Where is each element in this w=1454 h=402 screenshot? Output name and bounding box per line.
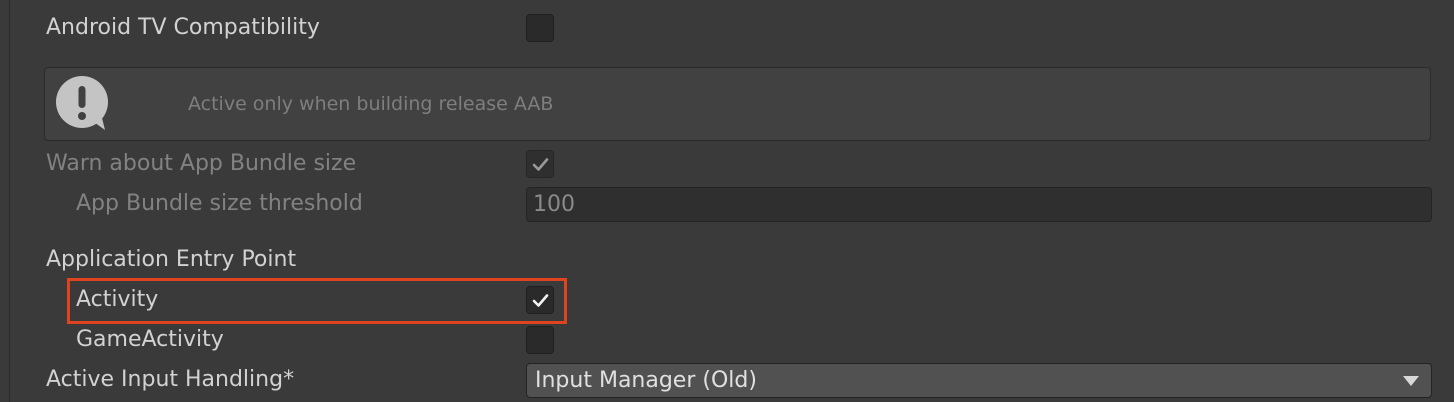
warn-bundle-size-checkbox[interactable] <box>526 150 554 178</box>
bundle-size-threshold-value: 100 <box>533 192 575 217</box>
application-entry-point-header: Application Entry Point <box>46 247 297 272</box>
activity-label: Activity <box>76 287 159 312</box>
android-tv-compatibility-label: Android TV Compatibility <box>46 15 320 40</box>
player-settings-panel: Android TV Compatibility Active only whe… <box>0 0 1454 402</box>
exclamation-speech-bubble-icon <box>56 76 108 130</box>
android-tv-compatibility-checkbox[interactable] <box>526 14 554 42</box>
triangle-down-icon <box>1403 376 1419 386</box>
checkmark-icon <box>532 158 549 171</box>
info-help-box: Active only when building release AAB <box>44 67 1431 141</box>
activity-checkbox[interactable] <box>526 286 554 314</box>
info-message: Active only when building release AAB <box>188 93 554 115</box>
active-input-handling-dropdown[interactable]: Input Manager (Old) <box>526 363 1432 398</box>
bundle-size-threshold-label: App Bundle size threshold <box>76 191 363 216</box>
bundle-size-threshold-input[interactable]: 100 <box>526 187 1432 222</box>
panel-edge-divider <box>9 0 10 402</box>
game-activity-label: GameActivity <box>76 327 224 352</box>
active-input-handling-label: Active Input Handling* <box>46 367 295 392</box>
active-input-handling-value: Input Manager (Old) <box>535 368 757 393</box>
game-activity-checkbox[interactable] <box>526 326 554 354</box>
checkmark-icon <box>532 294 549 307</box>
warn-bundle-size-label: Warn about App Bundle size <box>46 151 357 176</box>
